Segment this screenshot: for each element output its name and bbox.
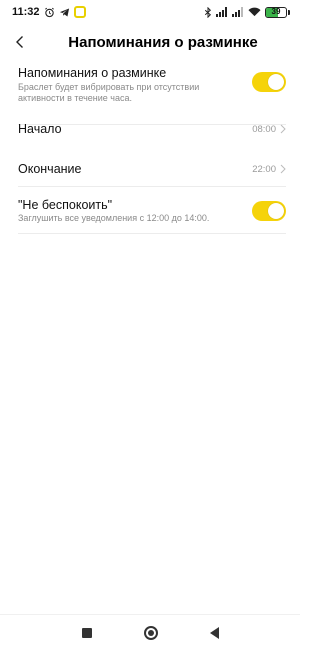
divider: [18, 233, 286, 234]
dnd-subtitle: Заглушить все уведомления с 12:00 до 14:…: [18, 213, 210, 223]
alarm-clock-icon: [44, 7, 55, 18]
telegram-icon: [59, 7, 70, 18]
end-title: Окончание: [18, 162, 82, 176]
home-dot: [147, 629, 154, 636]
home-icon[interactable]: [143, 625, 158, 640]
dnd-title: "Не беспокоить": [18, 198, 113, 212]
status-left: 11:32: [12, 6, 86, 18]
chevron-right-icon: [278, 164, 288, 174]
recent-apps-icon[interactable]: [81, 627, 92, 638]
dnd-row[interactable]: "Не беспокоить" Заглушить все уведомлени…: [0, 187, 300, 234]
header: Напоминания о разминке: [0, 24, 300, 60]
status-right: 39: [204, 6, 290, 18]
signal-icon: [216, 7, 228, 17]
end-value: 22:00: [252, 164, 276, 175]
reminders-toggle[interactable]: [252, 72, 286, 92]
wifi-icon: [248, 7, 261, 17]
end-time-row[interactable]: Окончание 22:00: [0, 147, 300, 187]
battery-icon: 39: [265, 6, 287, 18]
bluetooth-icon: [204, 6, 212, 18]
toggle-knob: [268, 74, 284, 90]
navigation-bar: [0, 614, 300, 650]
signal-icon: [232, 7, 244, 17]
status-time: 11:32: [12, 6, 40, 18]
reminders-subtitle: Браслет будет вибрировать при отсутствии…: [18, 82, 200, 103]
notification-app-icon: [73, 6, 86, 18]
chevron-left-icon: [16, 36, 23, 48]
dnd-toggle[interactable]: [252, 201, 286, 221]
battery-cap: [288, 9, 290, 15]
battery-level: 39: [271, 6, 281, 16]
start-title: Начало: [18, 122, 62, 136]
back-triangle-icon[interactable]: [209, 626, 219, 639]
toggle-knob: [268, 203, 284, 219]
reminders-title: Напоминания о разминке: [18, 66, 167, 80]
chevron-right-icon: [278, 124, 288, 134]
start-value: 08:00: [252, 124, 276, 135]
page-title: Напоминания о разминке: [68, 33, 258, 51]
start-time-row[interactable]: Начало 08:00: [0, 107, 300, 147]
back-button[interactable]: [8, 30, 32, 54]
status-bar: 11:32 39: [0, 0, 300, 24]
battery-indicator: 39: [265, 6, 290, 18]
